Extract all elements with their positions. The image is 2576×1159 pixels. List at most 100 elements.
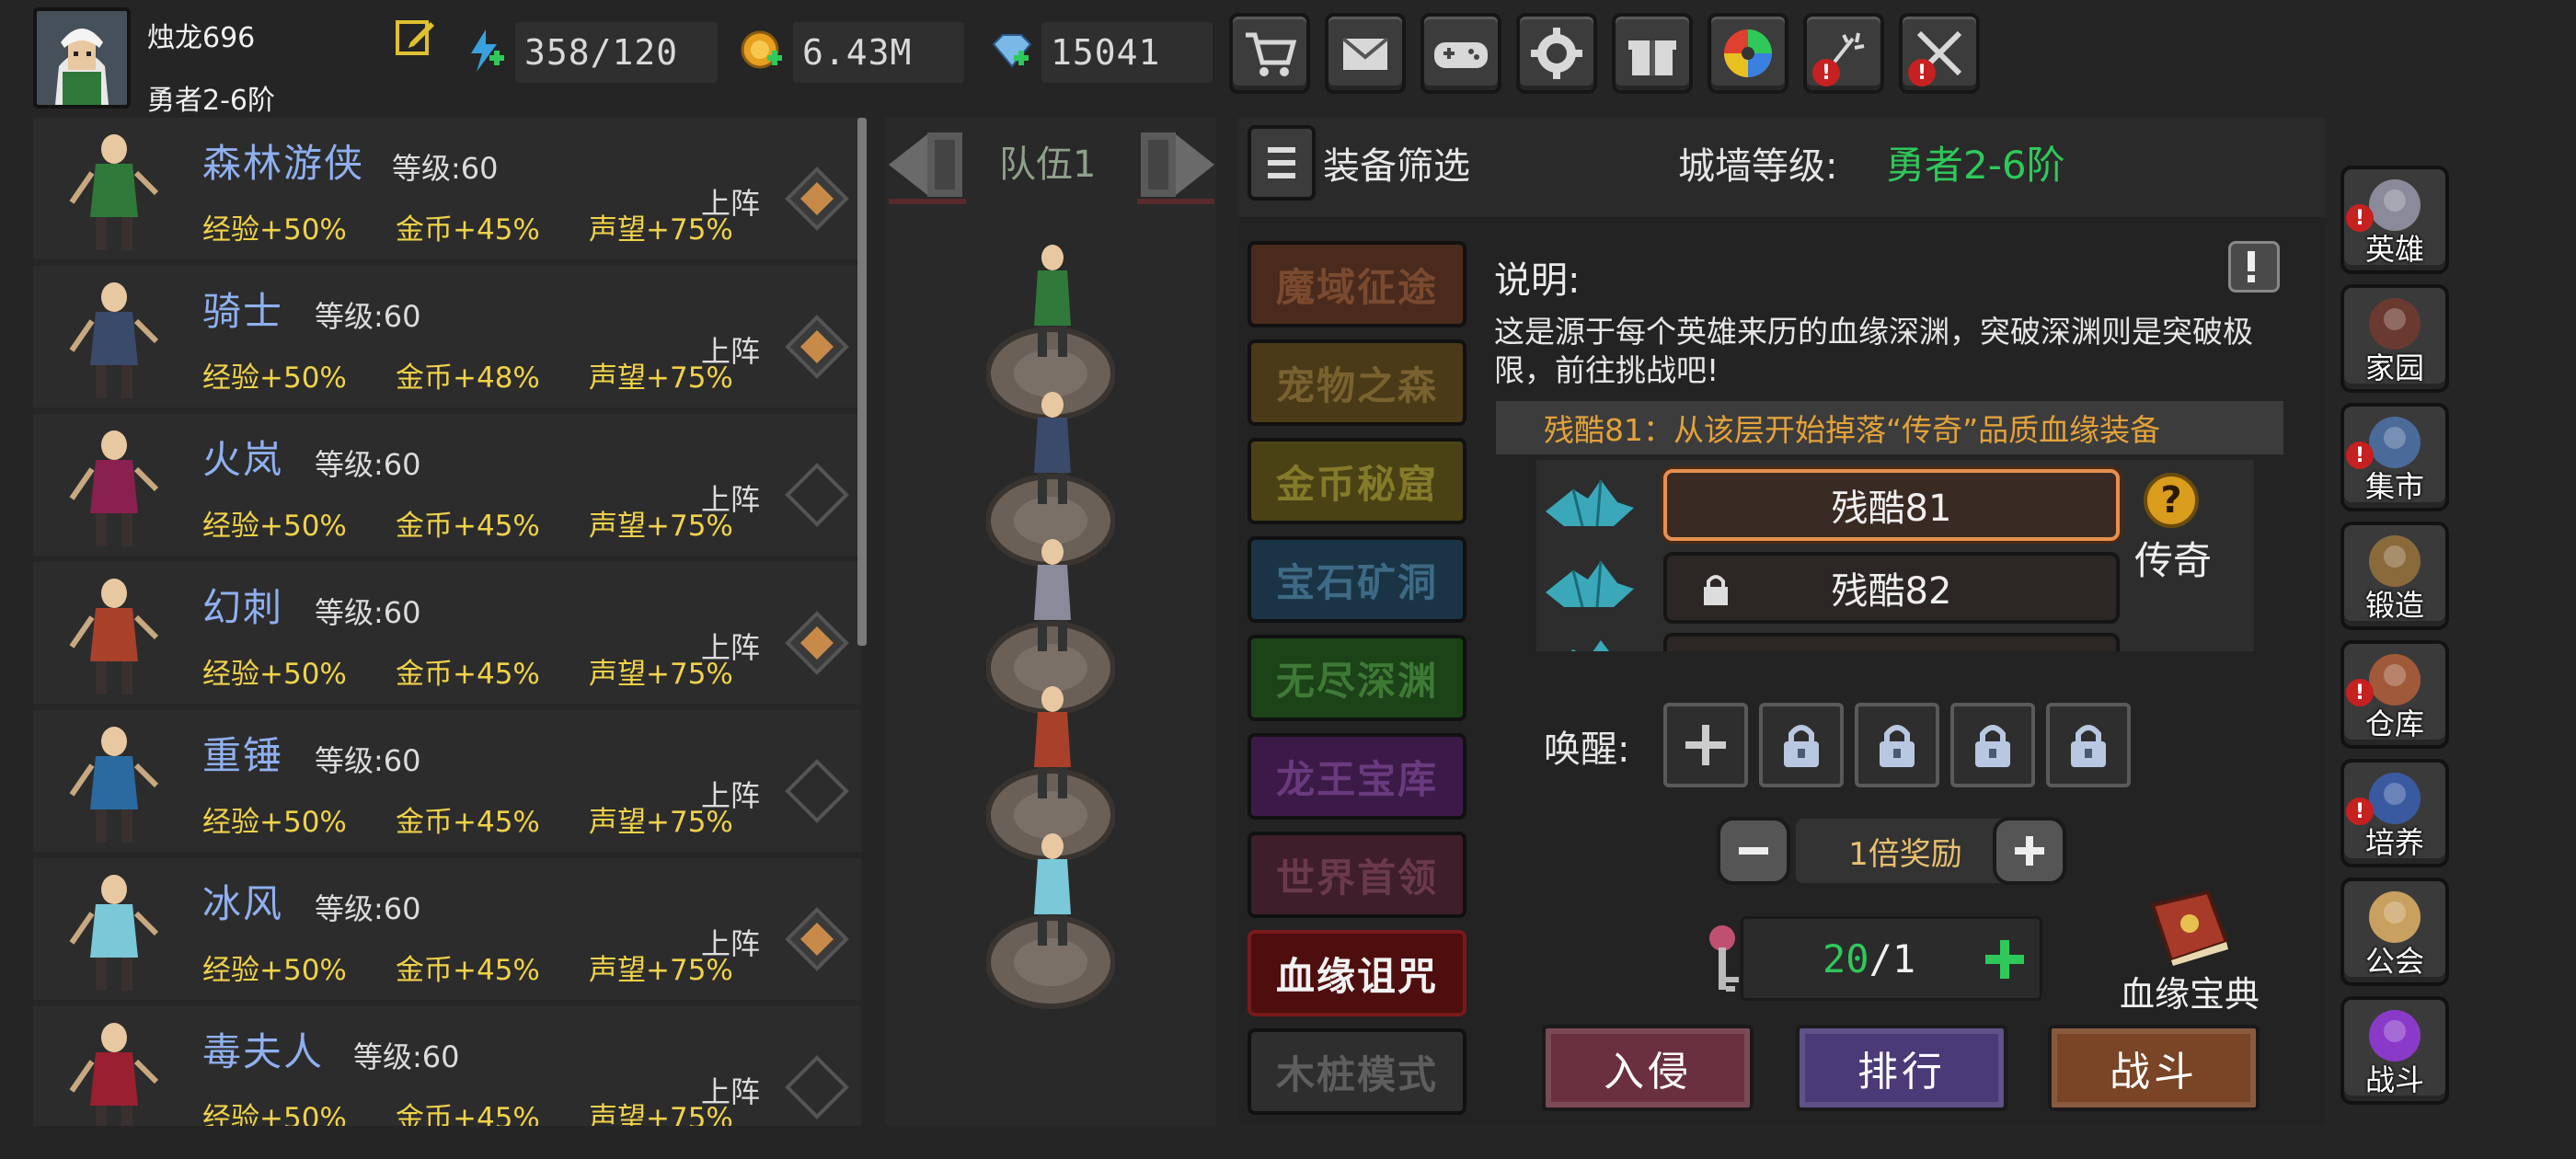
fireworks-button[interactable]: ! bbox=[1803, 13, 1884, 94]
alert-badge: ! bbox=[1812, 59, 1840, 86]
side-nav-market-stall[interactable]: ! 集市 bbox=[2340, 403, 2449, 511]
side-nav-guild-crest[interactable]: 公会 bbox=[2340, 878, 2449, 986]
gold-plus-icon[interactable] bbox=[740, 28, 786, 74]
lock-icon bbox=[2071, 725, 2106, 767]
hero-row[interactable]: 森林游侠 等级:60 经验+50% 金币+45% 声望+75% 上阵 bbox=[33, 118, 861, 259]
filter-menu-button[interactable] bbox=[1248, 125, 1316, 201]
hero-portrait bbox=[69, 875, 159, 991]
team-member-sprite[interactable] bbox=[988, 237, 1117, 366]
gem-plus-icon[interactable] bbox=[988, 28, 1034, 74]
empty-diamond-icon[interactable] bbox=[784, 1054, 850, 1120]
hero-row[interactable]: 骑士 等级:60 经验+50% 金币+48% 声望+75% 上阵 bbox=[33, 266, 861, 407]
filter-label[interactable]: 装备筛选 bbox=[1323, 136, 1470, 189]
empty-diamond-icon[interactable] bbox=[784, 462, 850, 528]
deployed-diamond-icon[interactable] bbox=[784, 610, 850, 676]
shop-button[interactable] bbox=[1229, 13, 1310, 94]
mode-button[interactable]: 无尽深渊 bbox=[1248, 635, 1466, 721]
hero-list-scrollbar[interactable] bbox=[857, 118, 867, 646]
side-nav-label: 集市 bbox=[2364, 469, 2424, 504]
team-member-sprite[interactable] bbox=[988, 679, 1117, 808]
hero-row[interactable]: 冰风 等级:60 经验+50% 金币+45% 声望+75% 上阵 bbox=[33, 858, 861, 1000]
edit-name-icon[interactable] bbox=[394, 17, 436, 59]
hero-level: 等级:60 bbox=[315, 891, 421, 926]
rarity-help-icon[interactable]: ? bbox=[2144, 473, 2199, 528]
hero-level: 等级:60 bbox=[353, 1039, 460, 1074]
mode-button[interactable]: 魔域征途 bbox=[1248, 241, 1466, 327]
team-next-arrow-icon[interactable] bbox=[1133, 123, 1218, 206]
lucky-wheel-button[interactable] bbox=[1708, 13, 1788, 94]
hero-row[interactable]: 毒夫人 等级:60 经验+50% 金币+45% 声望+75% 上阵 bbox=[33, 1006, 861, 1126]
fight-button[interactable]: 战斗 bbox=[2048, 1025, 2260, 1111]
mode-button[interactable]: 宝石矿洞 bbox=[1248, 536, 1466, 623]
mode-button[interactable]: 金币秘窟 bbox=[1248, 438, 1466, 524]
hero-level: 等级:60 bbox=[315, 447, 421, 482]
settings-button[interactable] bbox=[1516, 13, 1597, 94]
hero-gold-bonus: 金币+48% bbox=[396, 361, 540, 395]
side-nav-label: 培养 bbox=[2364, 825, 2424, 860]
ranking-button[interactable]: 排行 bbox=[1796, 1025, 2007, 1111]
lock-icon bbox=[1880, 725, 1915, 767]
team-title: 队伍1 bbox=[999, 143, 1097, 186]
increase-multiplier-button[interactable] bbox=[1993, 817, 2066, 885]
invade-button[interactable]: 入侵 bbox=[1542, 1025, 1754, 1111]
energy-plus-icon[interactable] bbox=[462, 28, 508, 74]
deployed-diamond-icon[interactable] bbox=[784, 166, 850, 232]
mode-button[interactable]: 龙王宝库 bbox=[1248, 733, 1466, 820]
hero-row[interactable]: 幻刺 等级:60 经验+50% 金币+45% 声望+75% 上阵 bbox=[33, 562, 861, 704]
gem-value: 15041 bbox=[1041, 22, 1213, 83]
lock-icon bbox=[1704, 575, 1728, 605]
awaken-locked-slot[interactable] bbox=[1855, 703, 1939, 787]
hero-level: 等级:60 bbox=[315, 743, 421, 778]
layer-81-button[interactable]: 残酷81 bbox=[1663, 469, 2120, 541]
deployed-diamond-icon[interactable] bbox=[784, 906, 850, 972]
side-nav-castle[interactable]: 家园 bbox=[2340, 284, 2449, 393]
awaken-locked-slot[interactable] bbox=[2046, 703, 2131, 787]
decrease-multiplier-button[interactable] bbox=[1717, 817, 1790, 885]
team-prev-arrow-icon[interactable] bbox=[885, 123, 970, 206]
deploy-label: 上阵 bbox=[701, 334, 761, 369]
battle-button[interactable]: ! bbox=[1899, 13, 1980, 94]
team-member-sprite[interactable] bbox=[988, 384, 1117, 513]
team-member-sprite[interactable] bbox=[988, 826, 1117, 955]
deployed-diamond-icon[interactable] bbox=[784, 314, 850, 380]
bloodline-codex-book-icon[interactable] bbox=[2144, 887, 2236, 966]
gear-icon bbox=[1531, 28, 1582, 79]
rarity-label: 传奇 bbox=[2134, 538, 2213, 583]
hero-portrait bbox=[69, 727, 159, 843]
side-nav-goblet[interactable]: ! 培养 bbox=[2340, 759, 2449, 867]
deploy-label: 上阵 bbox=[701, 1074, 761, 1109]
hero-list[interactable]: 森林游侠 等级:60 经验+50% 金币+45% 声望+75% 上阵 骑士 等级… bbox=[33, 118, 867, 1126]
layer-82-button[interactable]: 残酷82 bbox=[1663, 552, 2120, 624]
side-nav-anvil[interactable]: 锻造 bbox=[2340, 522, 2449, 630]
awaken-locked-slot[interactable] bbox=[1950, 703, 2035, 787]
shop-cart-icon bbox=[1246, 32, 1297, 76]
hero-level: 等级:60 bbox=[392, 151, 499, 186]
add-ticket-button[interactable] bbox=[1982, 936, 2028, 986]
gamepad-button[interactable] bbox=[1420, 13, 1501, 94]
bloodline-codex-label[interactable]: 血缘宝典 bbox=[2120, 966, 2260, 1016]
hero-portrait bbox=[69, 430, 159, 546]
empty-diamond-icon[interactable] bbox=[784, 758, 850, 824]
mode-button[interactable]: 宠物之森 bbox=[1248, 339, 1466, 426]
side-nav-helmet[interactable]: ! 英雄 bbox=[2340, 166, 2449, 274]
mode-button[interactable]: 世界首领 bbox=[1248, 832, 1466, 918]
side-nav-warehouse-chest[interactable]: ! 仓库 bbox=[2340, 640, 2449, 749]
gift-button[interactable] bbox=[1612, 13, 1693, 94]
energy-value: 358/120 bbox=[515, 22, 718, 83]
layer-83-button-partial[interactable] bbox=[1663, 633, 2120, 651]
hero-row[interactable]: 重锤 等级:60 经验+50% 金币+45% 声望+75% 上阵 bbox=[33, 710, 861, 852]
side-nav-label: 锻造 bbox=[2364, 588, 2424, 623]
team-member-sprite[interactable] bbox=[988, 532, 1117, 660]
side-nav-portal[interactable]: 战斗 bbox=[2340, 996, 2449, 1105]
awaken-locked-slot[interactable] bbox=[1759, 703, 1844, 787]
mode-button[interactable]: 血缘诅咒 bbox=[1248, 930, 1466, 1016]
info-icon[interactable] bbox=[2228, 241, 2280, 293]
wall-level-value: 勇者2-6阶 bbox=[1886, 143, 2065, 188]
mail-button[interactable] bbox=[1325, 13, 1406, 94]
player-avatar[interactable] bbox=[33, 7, 131, 109]
reward-multiplier: 1倍奖励 bbox=[1796, 819, 2015, 883]
hero-row[interactable]: 火岚 等级:60 经验+50% 金币+45% 声望+75% 上阵 bbox=[33, 414, 861, 556]
awaken-add-slot[interactable] bbox=[1663, 703, 1748, 787]
side-nav-label: 仓库 bbox=[2364, 706, 2424, 741]
mode-button[interactable]: 木桩模式 bbox=[1248, 1028, 1466, 1115]
